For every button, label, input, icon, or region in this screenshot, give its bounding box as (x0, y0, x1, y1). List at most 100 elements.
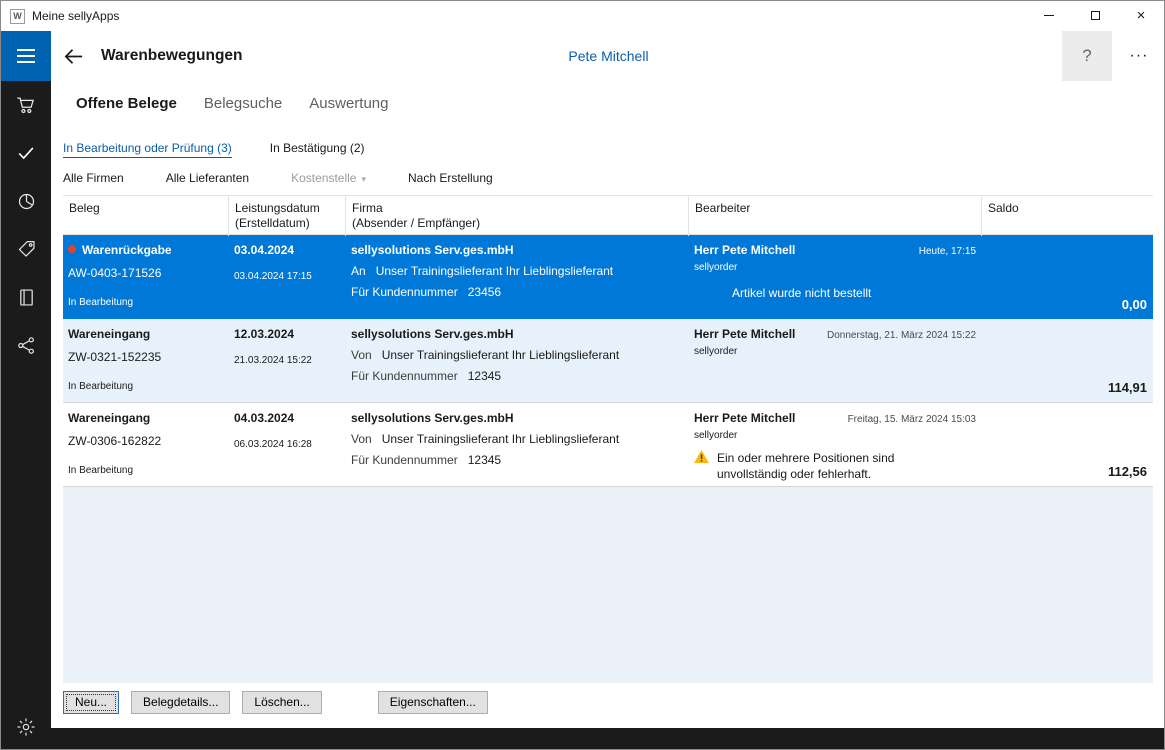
window-controls: × (1026, 1, 1164, 31)
app-header: Warenbewegungen Pete Mitchell ? ··· (51, 31, 1164, 81)
footer-button-row: Neu... Belegdetails... Löschen... Eigens… (63, 691, 1153, 714)
doc-number: AW-0403-171526 (68, 266, 162, 280)
editor-app: sellyorder (694, 430, 738, 441)
close-icon: × (1136, 7, 1146, 24)
dropdown-alle-firmen[interactable]: Alle Firmen (63, 171, 124, 185)
company-name: sellysolutions Serv.ges.mbH (351, 327, 514, 341)
titlebar: W Meine sellyApps × (1, 1, 1164, 31)
sidebar-item-reports[interactable] (1, 177, 51, 225)
warning-icon (694, 450, 709, 466)
editor-name: Herr Pete Mitchell (694, 411, 796, 425)
partner-name: Unser Trainingslieferant Ihr Lieblingsli… (375, 264, 614, 278)
app-icon: W (10, 8, 25, 24)
app-window: W Meine sellyApps × Warenbewegungen Pete… (0, 0, 1165, 750)
editor-name: Herr Pete Mitchell (694, 243, 796, 257)
main-area: Warenbewegungen Pete Mitchell ? ··· Offe… (51, 31, 1164, 749)
tab-offene-belege[interactable]: Offene Belege (76, 95, 177, 112)
properties-button[interactable]: Eigenschaften... (377, 691, 488, 714)
dropdown-kostenstelle[interactable]: Kostenstelle ▾ (291, 171, 366, 185)
row-timestamp: Heute, 17:15 (918, 246, 976, 257)
dropdown-nach-erstellung[interactable]: Nach Erstellung (408, 171, 493, 185)
table-header: Beleg Leistungsdatum (Erstelldatum) Firm… (63, 195, 1153, 236)
filter-in-bearbeitung[interactable]: In Bearbeitung oder Prüfung (3) (63, 141, 232, 158)
tab-belegsuche[interactable]: Belegsuche (204, 95, 282, 112)
service-date: 04.03.2024 (234, 411, 295, 425)
company-name: sellysolutions Serv.ges.mbH (351, 411, 514, 425)
sidebar-item-cart[interactable] (1, 81, 51, 129)
delete-button[interactable]: Löschen... (242, 691, 322, 714)
tab-auswertung[interactable]: Auswertung (309, 95, 388, 112)
tag-icon (18, 240, 35, 257)
document-details-button[interactable]: Belegdetails... (131, 691, 231, 714)
doc-status: In Bearbeitung (68, 465, 134, 476)
bottom-bar (51, 728, 1164, 749)
created-datetime: 06.03.2024 16:28 (234, 439, 312, 450)
partner-name: Unser Trainingslieferant Ihr Lieblingsli… (381, 432, 620, 446)
sidebar-item-catalog[interactable] (1, 273, 51, 321)
customer-label: Für Kundennummer (351, 453, 458, 467)
customer-label: Für Kundennummer (351, 285, 458, 299)
back-button[interactable] (55, 31, 91, 81)
user-name-link[interactable]: Pete Mitchell (568, 48, 648, 64)
more-button[interactable]: ··· (1112, 31, 1164, 81)
sidebar-item-settings[interactable] (1, 706, 51, 748)
filter-in-bestaetigung[interactable]: In Bestätigung (2) (270, 141, 365, 158)
company-name: sellysolutions Serv.ges.mbH (351, 243, 514, 257)
created-datetime: 21.03.2024 15:22 (234, 355, 312, 366)
column-header-leistungsdatum: Leistungsdatum (Erstelldatum) (229, 196, 346, 236)
documents-table: Beleg Leistungsdatum (Erstelldatum) Firm… (63, 195, 1153, 683)
doc-type: Wareneingang (68, 327, 151, 341)
service-date: 12.03.2024 (234, 327, 295, 341)
editor-app: sellyorder (694, 346, 738, 357)
header-actions: ? ··· (1062, 31, 1164, 81)
book-icon (19, 288, 33, 306)
editor-name: Herr Pete Mitchell (694, 327, 796, 341)
window-title: Meine sellyApps (32, 9, 120, 23)
sidebar-item-tasks[interactable] (1, 129, 51, 177)
doc-type: Warenrückgabe (82, 243, 172, 257)
sidebar-item-offers[interactable] (1, 225, 51, 273)
maximize-button[interactable] (1072, 1, 1118, 30)
share-network-icon (17, 336, 34, 354)
row-timestamp: Donnerstag, 21. März 2024 15:22 (827, 330, 976, 341)
hamburger-menu-button[interactable] (1, 31, 51, 81)
doc-status: In Bearbeitung (68, 381, 134, 392)
customer-label: Für Kundennummer (351, 369, 458, 383)
help-icon: ? (1082, 46, 1092, 65)
doc-type: Wareneingang (68, 411, 151, 425)
tab-bar: Offene Belege Belegsuche Auswertung (51, 81, 1164, 126)
record-status-dot (68, 245, 76, 253)
direction-label: An (351, 264, 366, 278)
checkmark-icon (18, 147, 34, 160)
sidebar (1, 31, 51, 749)
sidebar-item-share[interactable] (1, 321, 51, 369)
column-header-saldo: Saldo (988, 201, 1019, 215)
created-datetime: 03.04.2024 17:15 (234, 271, 312, 282)
saldo-value: 112,56 (1107, 464, 1147, 479)
row-timestamp: Freitag, 15. März 2024 15:03 (847, 414, 976, 425)
gear-icon (17, 718, 35, 736)
table-row[interactable]: Warenrückgabe AW-0403-171526 In Bearbeit… (63, 235, 1153, 319)
direction-label: Von (351, 432, 372, 446)
back-arrow-icon (64, 48, 82, 64)
customer-number: 12345 (467, 453, 502, 467)
customer-number: 23456 (467, 285, 502, 299)
close-button[interactable]: × (1118, 1, 1164, 30)
doc-status: In Bearbeitung (68, 297, 134, 308)
ellipsis-icon: ··· (1129, 47, 1149, 64)
dropdown-alle-lieferanten[interactable]: Alle Lieferanten (166, 171, 249, 185)
column-header-firma: Firma (Absender / Empfänger) (346, 196, 689, 236)
editor-app: sellyorder (694, 262, 738, 273)
new-button[interactable]: Neu... (63, 691, 120, 714)
help-button[interactable]: ? (1062, 31, 1112, 81)
row-note: Artikel wurde nicht bestellt (732, 286, 872, 300)
cart-icon (17, 97, 35, 114)
minimize-icon (1044, 15, 1054, 16)
doc-number: ZW-0321-152235 (68, 350, 162, 364)
minimize-button[interactable] (1026, 1, 1072, 30)
saldo-value: 114,91 (1107, 380, 1147, 395)
column-header-beleg: Beleg (63, 196, 229, 236)
table-row[interactable]: Wareneingang ZW-0306-162822 In Bearbeitu… (63, 403, 1153, 487)
table-row[interactable]: Wareneingang ZW-0321-152235 In Bearbeitu… (63, 319, 1153, 403)
chevron-down-icon: ▾ (361, 174, 366, 184)
